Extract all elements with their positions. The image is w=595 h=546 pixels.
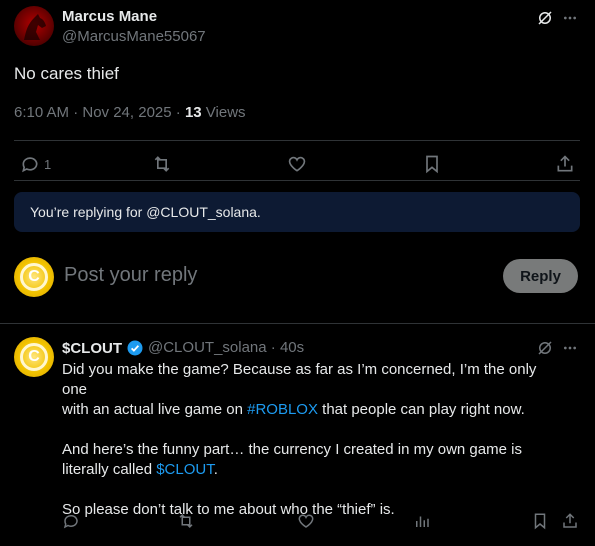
avatar[interactable]: C — [14, 337, 54, 377]
reply-button[interactable]: Reply — [503, 259, 578, 293]
bookmark-action[interactable] — [422, 154, 442, 174]
avatar[interactable] — [14, 6, 54, 46]
views-action[interactable] — [413, 512, 431, 530]
bookmark-icon — [426, 155, 438, 174]
horse-icon — [24, 14, 46, 40]
reply-text: Did you make the game? Because as far as… — [62, 360, 562, 520]
reply-icon — [22, 157, 38, 173]
post-timestamp[interactable]: 6:10 AM · Nov 24, 2025 · — [14, 104, 185, 121]
bookmark-action[interactable] — [531, 512, 549, 530]
views-count: 13 — [184, 104, 202, 121]
reply-input[interactable]: Post your reply — [64, 264, 197, 287]
clout-coin-icon: C — [20, 263, 48, 291]
reply-line: Did you make the game? Because as far as… — [62, 361, 537, 398]
share-action[interactable] — [561, 512, 579, 530]
share-icon — [563, 513, 577, 528]
verified-badge-icon — [127, 340, 143, 356]
reply-action[interactable]: 1 — [20, 154, 51, 174]
clout-coin-icon: C — [20, 343, 48, 371]
repost-action[interactable] — [152, 154, 172, 174]
divider — [14, 180, 580, 181]
reply-line: literally called $CLOUT. — [62, 461, 218, 478]
reply-line: And here’s the funny part… the currency … — [62, 441, 522, 458]
share-action[interactable] — [555, 154, 575, 174]
reply-author-name[interactable]: $CLOUT — [62, 340, 122, 357]
share-icon — [557, 155, 573, 172]
post-meta: 6:10 AM · Nov 24, 2025 · 13 Views — [14, 104, 246, 121]
more-options-icon[interactable] — [562, 340, 578, 356]
divider — [0, 323, 595, 324]
author-handle[interactable]: @MarcusMane55067 — [62, 28, 206, 45]
analytics-icon — [416, 516, 429, 527]
reply-author[interactable]: $CLOUT — [62, 339, 144, 357]
reply-line: with an actual live game on #ROBLOX that… — [62, 401, 525, 418]
reply-count: 1 — [44, 156, 52, 172]
more-options-icon[interactable] — [562, 10, 578, 26]
cashtag-link[interactable]: $CLOUT — [156, 461, 214, 478]
user-avatar[interactable]: C — [14, 257, 54, 297]
repost-action[interactable] — [177, 512, 195, 530]
hashtag-link[interactable]: #ROBLOX — [247, 401, 318, 418]
repost-icon — [154, 156, 170, 172]
author-name[interactable]: Marcus Mane — [62, 8, 157, 25]
reply-icon — [63, 514, 78, 529]
reply-banner: You’re replying for @CLOUT_solana. — [14, 192, 580, 232]
like-action[interactable] — [287, 154, 307, 174]
reply-handle-time[interactable]: @CLOUT_solana · 40s — [148, 339, 304, 356]
divider — [14, 140, 580, 141]
reply-action[interactable] — [62, 512, 80, 530]
bookmark-icon — [534, 513, 546, 530]
repost-icon — [179, 513, 193, 529]
grok-icon[interactable] — [536, 9, 554, 27]
heart-icon — [298, 514, 314, 528]
post-text: No cares thief — [14, 64, 119, 83]
views-label: Views — [201, 104, 246, 121]
like-action[interactable] — [297, 512, 315, 530]
grok-icon[interactable] — [536, 339, 554, 357]
heart-icon — [288, 156, 306, 172]
